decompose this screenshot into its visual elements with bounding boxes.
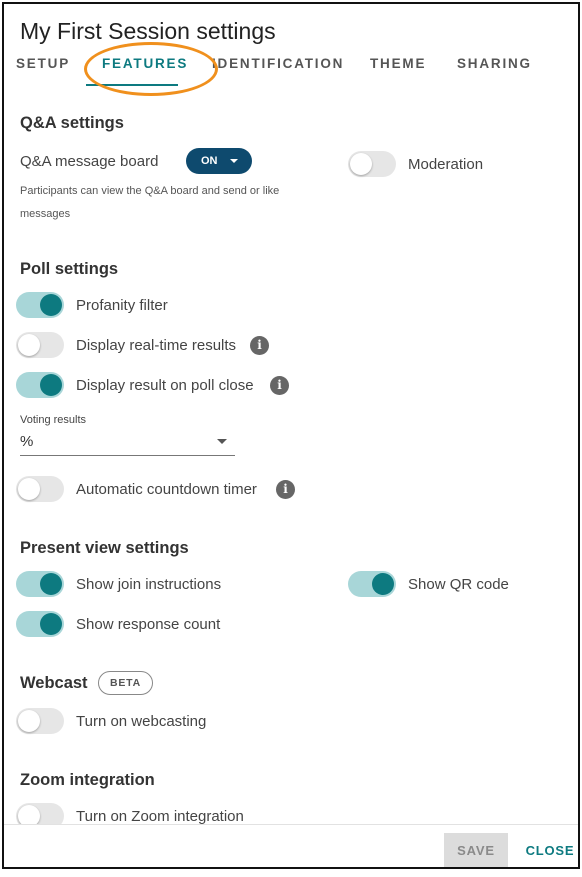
close-button[interactable]: CLOSE <box>524 833 576 867</box>
moderation-label: Moderation <box>408 156 484 173</box>
tab-bar: SETUP FEATURES IDENTIFICATION THEME SHAR… <box>4 54 578 90</box>
voting-results-label: Voting results <box>20 414 87 426</box>
qa-help-text: Participants can view the Q&A board and … <box>20 185 280 220</box>
result-on-close-label: Display result on poll close <box>76 377 254 394</box>
qa-board-value: ON <box>201 155 218 167</box>
voting-results-select[interactable]: % <box>20 430 235 456</box>
tab-sharing[interactable]: SHARING <box>457 56 532 71</box>
present-section-title: Present view settings <box>20 539 189 557</box>
webcasting-toggle[interactable] <box>16 708 64 734</box>
tab-setup[interactable]: SETUP <box>16 56 70 71</box>
qa-section-title: Q&A settings <box>20 114 124 132</box>
response-count-toggle[interactable] <box>16 611 64 637</box>
join-instructions-toggle[interactable] <box>16 571 64 597</box>
caret-down-icon <box>230 159 238 163</box>
profanity-filter-toggle[interactable] <box>16 292 64 318</box>
zoom-section-title: Zoom integration <box>20 771 155 789</box>
response-count-label: Show response count <box>76 616 221 633</box>
voting-results-value: % <box>20 433 34 450</box>
tab-identification[interactable]: IDENTIFICATION <box>212 56 344 71</box>
moderation-toggle[interactable] <box>348 151 396 177</box>
qa-board-dropdown[interactable]: ON <box>186 148 252 174</box>
dialog-footer: SAVE CLOSE <box>4 824 578 867</box>
join-instructions-label: Show join instructions <box>76 576 222 593</box>
active-tab-underline <box>86 84 178 86</box>
info-icon[interactable]: i <box>276 480 295 499</box>
dialog-title: My First Session settings <box>20 18 276 44</box>
webcasting-label: Turn on webcasting <box>76 713 207 730</box>
settings-dialog: My First Session settings SETUP FEATURES… <box>2 2 580 869</box>
info-icon[interactable]: i <box>250 336 269 355</box>
countdown-timer-label: Automatic countdown timer <box>76 481 257 498</box>
zoom-integration-toggle[interactable] <box>16 803 64 824</box>
realtime-results-label: Display real-time results <box>76 337 237 354</box>
countdown-timer-toggle[interactable] <box>16 476 64 502</box>
qr-code-label: Show QR code <box>408 576 509 593</box>
tab-theme[interactable]: THEME <box>370 56 426 71</box>
poll-section-title: Poll settings <box>20 260 119 278</box>
features-panel: Q&A settings Q&A message board ON Modera… <box>4 94 578 824</box>
caret-down-icon <box>217 439 227 444</box>
result-on-close-toggle[interactable] <box>16 372 64 398</box>
realtime-results-toggle[interactable] <box>16 332 64 358</box>
profanity-filter-label: Profanity filter <box>76 297 168 314</box>
qa-board-label: Q&A message board <box>20 153 159 170</box>
tab-features[interactable]: FEATURES <box>102 56 188 71</box>
save-button[interactable]: SAVE <box>444 833 508 867</box>
beta-badge: BETA <box>98 671 153 695</box>
qr-code-toggle[interactable] <box>348 571 396 597</box>
zoom-integration-label: Turn on Zoom integration <box>76 808 244 824</box>
info-icon[interactable]: i <box>270 376 289 395</box>
webcast-section-title: Webcast <box>20 674 88 692</box>
